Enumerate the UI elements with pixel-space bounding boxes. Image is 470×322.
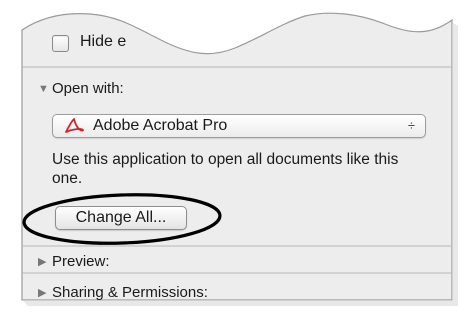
preview-header: Preview: — [52, 253, 110, 270]
popup-arrows-icon: ÷ — [407, 118, 415, 133]
hide-extension-label: Hide e — [80, 33, 127, 50]
disclosure-collapsed-icon: ▶ — [38, 287, 47, 299]
hide-extension-checkbox[interactable] — [52, 35, 69, 52]
open-with-disclosure[interactable]: ▼ Open with: — [38, 80, 124, 97]
disclosure-expanded-icon: ▼ — [38, 82, 49, 95]
change-all-button[interactable]: Change All... — [55, 206, 187, 230]
get-info-panel-screenshot: Hide e ▼ Open with: Adobe Acrobat Pro ÷ … — [0, 0, 470, 322]
open-with-header: Open with: — [52, 80, 124, 97]
disclosure-collapsed-icon: ▶ — [38, 256, 47, 268]
application-name: Adobe Acrobat Pro — [93, 117, 228, 134]
sharing-permissions-disclosure[interactable]: ▶ Sharing & Permissions: — [38, 284, 208, 301]
adobe-acrobat-icon — [63, 117, 85, 135]
open-with-description: Use this application to open all documen… — [52, 151, 399, 187]
sharing-permissions-header: Sharing & Permissions: — [52, 284, 208, 301]
preview-disclosure[interactable]: ▶ Preview: — [38, 253, 110, 270]
application-popup-button[interactable]: Adobe Acrobat Pro ÷ — [52, 114, 426, 138]
